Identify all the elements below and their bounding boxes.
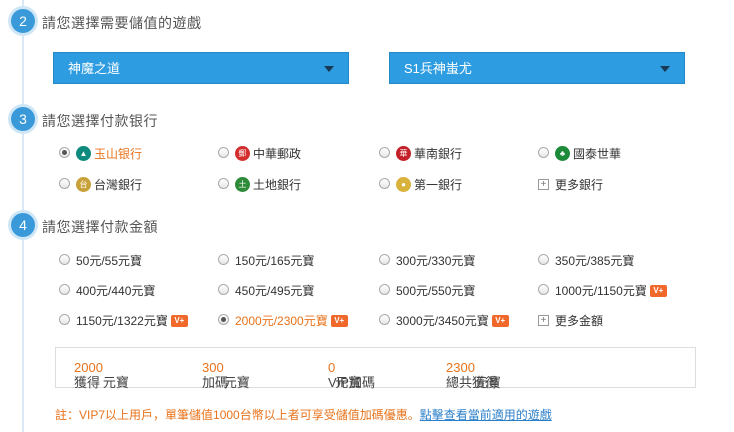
amount-label: 1150元/1322元寶 — [76, 314, 168, 328]
game-select-value: 神魔之道 — [68, 61, 121, 76]
chevron-down-icon — [324, 66, 334, 72]
more-banks-link[interactable]: + 更多銀行 — [538, 175, 603, 195]
radio-icon[interactable] — [218, 147, 229, 159]
amount-option[interactable]: 500元/550元寶 — [379, 281, 475, 301]
bank-option-yushan[interactable]: ▲ 玉山银行 — [59, 144, 142, 164]
huanan-logo-icon: 華 — [396, 146, 411, 162]
amount-option[interactable]: 150元/165元寶 — [218, 251, 314, 271]
step-number-3: 3 — [11, 107, 35, 131]
more-amounts-link[interactable]: + 更多金額 — [538, 311, 603, 331]
radio-icon[interactable] — [379, 254, 390, 266]
applicable-games-link[interactable]: 點擊查看當前適用的遊戲 — [420, 408, 552, 422]
bank-option-post[interactable]: 郵中華郵政 — [218, 144, 301, 164]
amount-label: 2000元/2300元寶 — [235, 314, 328, 328]
first-bank-logo-icon: ● — [396, 177, 411, 193]
bank-option-first[interactable]: ● 第一銀行 — [379, 175, 462, 195]
bank-label: 台灣銀行 — [94, 178, 143, 192]
amount-label: 150元/165元寶 — [235, 254, 315, 268]
amount-option[interactable]: 1150元/1322元寶 V+ — [59, 311, 188, 331]
amount-option[interactable]: 450元/495元寶 — [218, 281, 314, 301]
amount-option[interactable]: 350元/385元寶 — [538, 251, 634, 271]
summary-bonus: 加碼 300 元寶 — [202, 360, 250, 390]
vip-badge-icon: V+ — [649, 284, 667, 297]
radio-icon[interactable] — [218, 178, 229, 190]
amount-option-selected[interactable]: 2000元/2300元寶 V+ — [218, 311, 348, 331]
summary-box: 獲得 2000 元寶 加碼 300 元寶 VIP加碼 0 元寶 總共獲得 2300 元寶 — [55, 347, 696, 390]
post-logo-icon: 郵 — [235, 146, 250, 162]
vip-badge-icon: V+ — [491, 314, 509, 327]
radio-icon[interactable] — [379, 314, 390, 326]
bank-label: 中華郵政 — [253, 147, 302, 161]
radio-icon[interactable] — [59, 314, 70, 326]
game-select[interactable]: 神魔之道 — [53, 52, 349, 84]
bank-option-huanan[interactable]: 華華南銀行 — [379, 144, 462, 164]
amount-option[interactable]: 300元/330元寶 — [379, 251, 475, 271]
radio-icon[interactable] — [538, 284, 549, 296]
bank-option-land[interactable]: 土土地銀行 — [218, 175, 301, 195]
vip-badge-icon: V+ — [170, 314, 188, 327]
bank-label: 華南銀行 — [414, 147, 463, 161]
vip-note-text: 註：VIP7以上用戶，單筆儲值1000台幣以上者可享受儲值加碼優惠。 — [55, 408, 420, 422]
plus-icon: + — [538, 179, 549, 191]
radio-icon[interactable] — [538, 147, 549, 159]
bank-label: 第一銀行 — [414, 178, 463, 192]
chevron-down-icon — [660, 66, 670, 72]
bank-option-taiwan[interactable]: 台台灣銀行 — [59, 175, 142, 195]
amount-option[interactable]: 400元/440元寶 — [59, 281, 155, 301]
radio-icon[interactable] — [538, 254, 549, 266]
server-select[interactable]: S1兵神蚩尤 — [389, 52, 685, 84]
amount-option[interactable]: 1000元/1150元寶 V+ — [538, 281, 667, 301]
vip-badge-icon: V+ — [330, 314, 348, 327]
amount-label: 500元/550元寶 — [396, 284, 476, 298]
step-number-2: 2 — [11, 9, 35, 33]
radio-icon[interactable] — [59, 178, 70, 190]
summary-vip: VIP加碼 0 元寶 — [328, 360, 375, 390]
amount-label: 3000元/3450元寶 — [396, 314, 489, 328]
amount-label: 1000元/1150元寶 — [555, 284, 647, 298]
land-bank-logo-icon: 土 — [235, 177, 250, 193]
taiwan-bank-logo-icon: 台 — [76, 177, 91, 193]
vip-note: 註：VIP7以上用戶，單筆儲值1000台幣以上者可享受儲值加碼優惠。點擊查看當前… — [55, 406, 552, 423]
summary-total: 總共獲得 2300 元寶 — [446, 360, 501, 390]
amount-option[interactable]: 3000元/3450元寶 V+ — [379, 311, 509, 331]
amount-label: 450元/495元寶 — [235, 284, 315, 298]
more-amounts-label: 更多金額 — [555, 314, 604, 328]
radio-icon[interactable] — [379, 284, 390, 296]
bank-label: 國泰世華 — [573, 147, 622, 161]
summary-get: 獲得 2000 元寶 — [74, 360, 129, 390]
radio-icon[interactable] — [59, 254, 70, 266]
step-title-bank: 請您選擇付款银行 — [42, 113, 158, 129]
amount-option[interactable]: 50元/55元寶 — [59, 251, 142, 271]
radio-icon[interactable] — [379, 147, 390, 159]
radio-icon[interactable] — [59, 147, 70, 159]
radio-icon[interactable] — [218, 284, 229, 296]
amount-label: 350元/385元寶 — [555, 254, 635, 268]
cathay-logo-icon: ♣ — [555, 146, 570, 162]
radio-icon[interactable] — [379, 178, 390, 190]
more-banks-label: 更多銀行 — [555, 178, 604, 192]
bank-option-cathay[interactable]: ♣ 國泰世華 — [538, 144, 621, 164]
radio-icon[interactable] — [218, 314, 229, 326]
server-select-value: S1兵神蚩尤 — [404, 61, 472, 76]
radio-icon[interactable] — [218, 254, 229, 266]
radio-icon[interactable] — [59, 284, 70, 296]
bank-label: 玉山银行 — [94, 147, 143, 161]
amount-label: 50元/55元寶 — [76, 254, 143, 268]
step-title-amount: 請您選擇付款金額 — [42, 219, 158, 235]
plus-icon: + — [538, 315, 549, 327]
bank-label: 土地銀行 — [253, 178, 302, 192]
step-number-4: 4 — [11, 213, 35, 237]
amount-label: 400元/440元寶 — [76, 284, 156, 298]
amount-label: 300元/330元寶 — [396, 254, 476, 268]
yushan-logo-icon: ▲ — [76, 146, 91, 162]
step-title-game: 請您選擇需要儲值的遊戲 — [42, 15, 202, 31]
